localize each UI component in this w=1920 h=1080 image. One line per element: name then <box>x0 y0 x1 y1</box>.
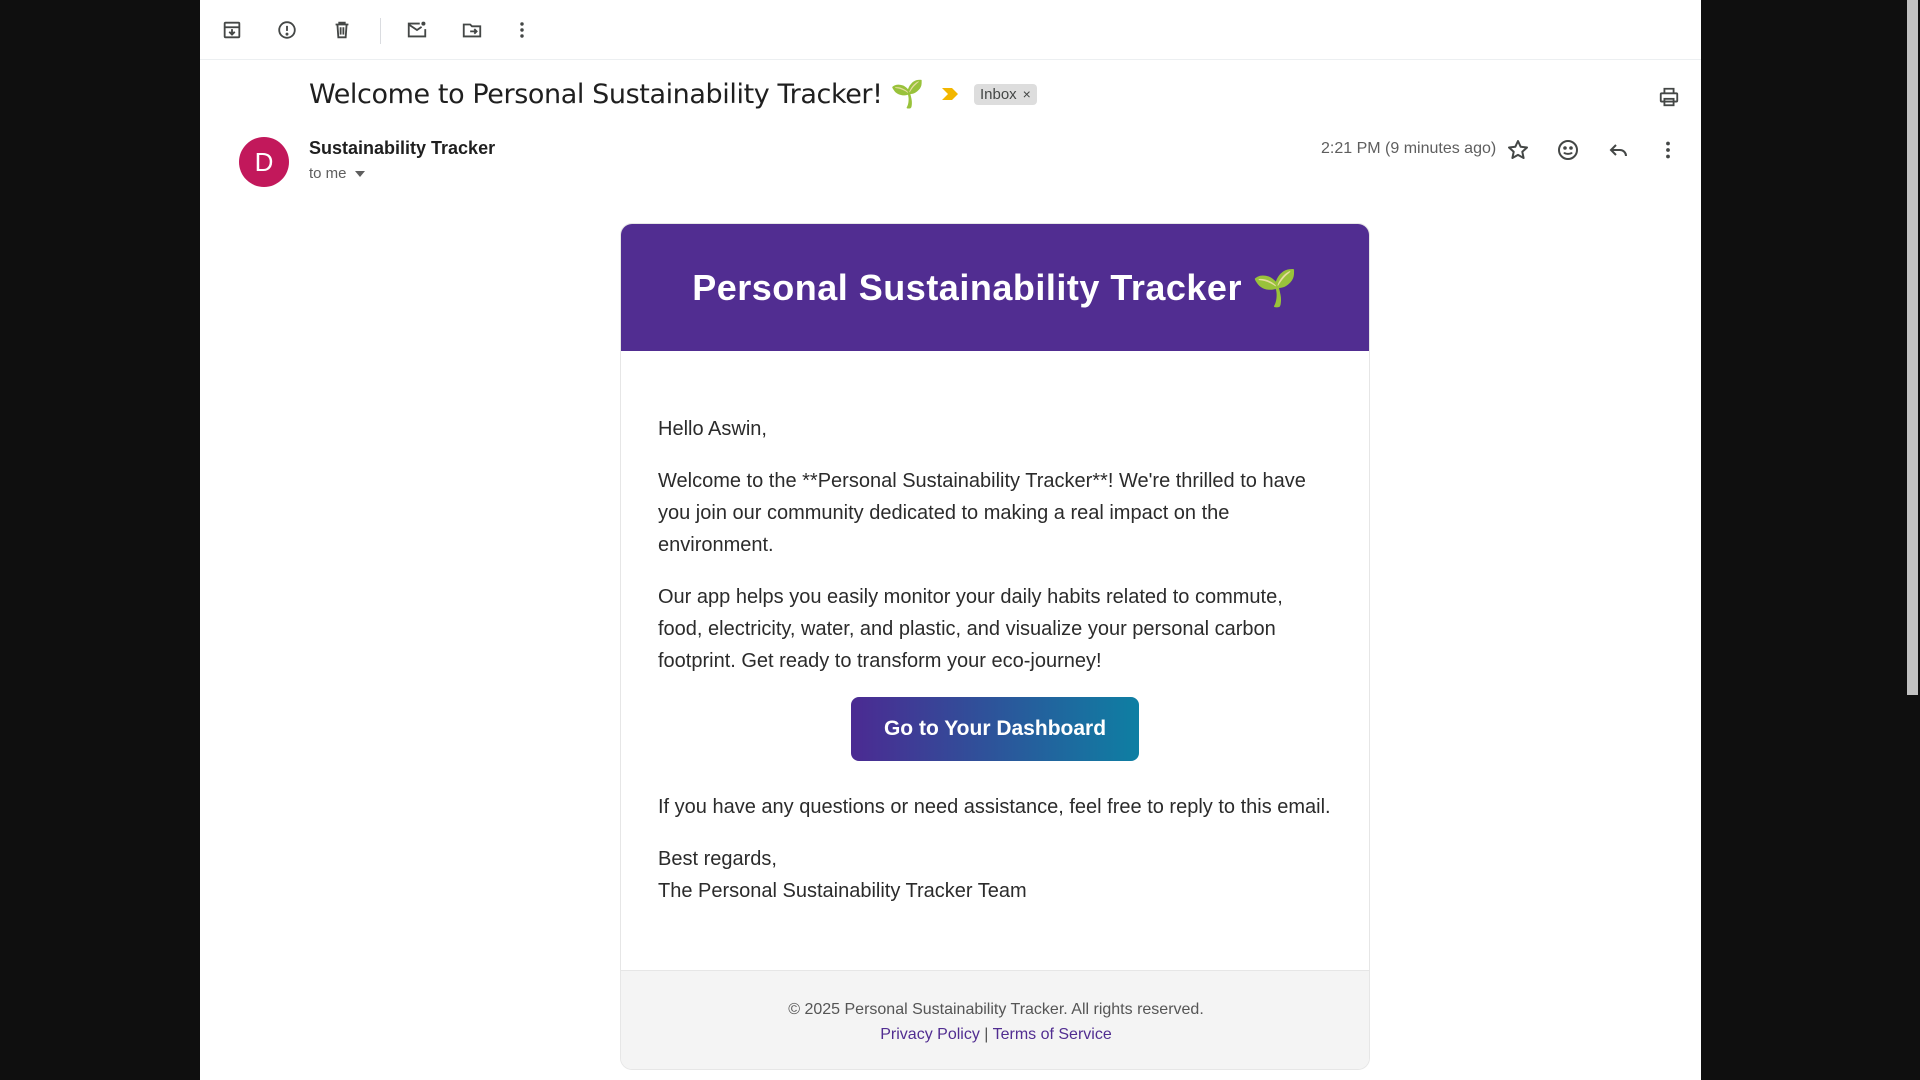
scrollbar-thumb[interactable] <box>1907 0 1918 695</box>
archive-button[interactable] <box>213 11 251 49</box>
copyright-text: © 2025 Personal Sustainability Tracker. … <box>788 1001 1204 1018</box>
label-chip-text: Inbox <box>979 85 1017 103</box>
more-options-button[interactable] <box>503 11 541 49</box>
add-reaction-button[interactable] <box>1549 131 1587 169</box>
dashboard-button[interactable]: Go to Your Dashboard <box>851 697 1139 761</box>
mail-pane: Welcome to Personal Sustainability Track… <box>200 0 1701 1080</box>
banner-title: Personal Sustainability Tracker 🌱 <box>692 266 1298 308</box>
message-toolbar <box>200 0 1701 60</box>
email-body: Hello Aswin, Welcome to the **Personal S… <box>621 351 1369 907</box>
mark-unread-button[interactable] <box>398 11 436 49</box>
closing: Best regards, The Personal Sustainabilit… <box>658 843 1332 907</box>
email-subject: Welcome to Personal Sustainability Track… <box>309 79 924 110</box>
star-icon <box>1508 140 1528 159</box>
message-more-button[interactable] <box>1649 131 1687 169</box>
print-icon <box>1659 87 1679 107</box>
cta-container: Go to Your Dashboard <box>658 697 1332 761</box>
welcome-paragraph: Welcome to the **Personal Sustainability… <box>658 470 1306 556</box>
email-timestamp: 2:21 PM (9 minutes ago) <box>1321 140 1497 157</box>
privacy-policy-link[interactable]: Privacy Policy <box>880 1026 980 1043</box>
remove-label-icon[interactable]: × <box>1023 86 1031 102</box>
more-vert-icon <box>520 22 524 38</box>
sender-name[interactable]: Sustainability Tracker <box>309 138 495 159</box>
report-spam-icon <box>278 21 296 39</box>
delete-icon <box>335 21 349 39</box>
more-vert-icon <box>1666 141 1670 159</box>
subject-row: Welcome to Personal Sustainability Track… <box>309 74 1037 114</box>
chevron-down-icon[interactable] <box>354 170 365 177</box>
footer-links: Privacy Policy | Terms of Service <box>621 1022 1369 1047</box>
importance-marker-icon[interactable] <box>940 86 960 102</box>
reply-button[interactable] <box>1599 131 1637 169</box>
mark-unread-icon <box>407 21 427 38</box>
link-separator: | <box>984 1026 989 1043</box>
sender-avatar[interactable]: D <box>239 137 289 187</box>
email-footer: © 2025 Personal Sustainability Tracker. … <box>621 970 1369 1069</box>
archive-icon <box>223 21 241 39</box>
reply-icon <box>1609 144 1627 157</box>
emoji-icon <box>1558 140 1578 160</box>
star-button[interactable] <box>1499 131 1537 169</box>
label-chip-inbox[interactable]: Inbox × <box>973 83 1037 105</box>
recipient-details[interactable]: to me <box>309 165 365 182</box>
greeting: Hello Aswin, <box>658 418 767 440</box>
features-paragraph: Our app helps you easily monitor your da… <box>658 586 1283 672</box>
report-spam-button[interactable] <box>268 11 306 49</box>
print-button[interactable] <box>1650 78 1688 116</box>
help-paragraph: If you have any questions or need assist… <box>658 796 1331 818</box>
terms-of-service-link[interactable]: Terms of Service <box>993 1026 1112 1043</box>
signoff: Best regards, <box>658 848 777 870</box>
move-to-icon <box>462 23 482 38</box>
recipient-text: to me <box>309 165 347 182</box>
email-banner: Personal Sustainability Tracker 🌱 <box>621 224 1369 351</box>
move-to-button[interactable] <box>453 11 491 49</box>
toolbar-divider <box>380 18 381 44</box>
delete-button[interactable] <box>323 11 361 49</box>
email-content-card: Personal Sustainability Tracker 🌱 Hello … <box>620 223 1370 1070</box>
signature: The Personal Sustainability Tracker Team <box>658 880 1027 902</box>
page-scrollbar[interactable] <box>1905 0 1920 1080</box>
